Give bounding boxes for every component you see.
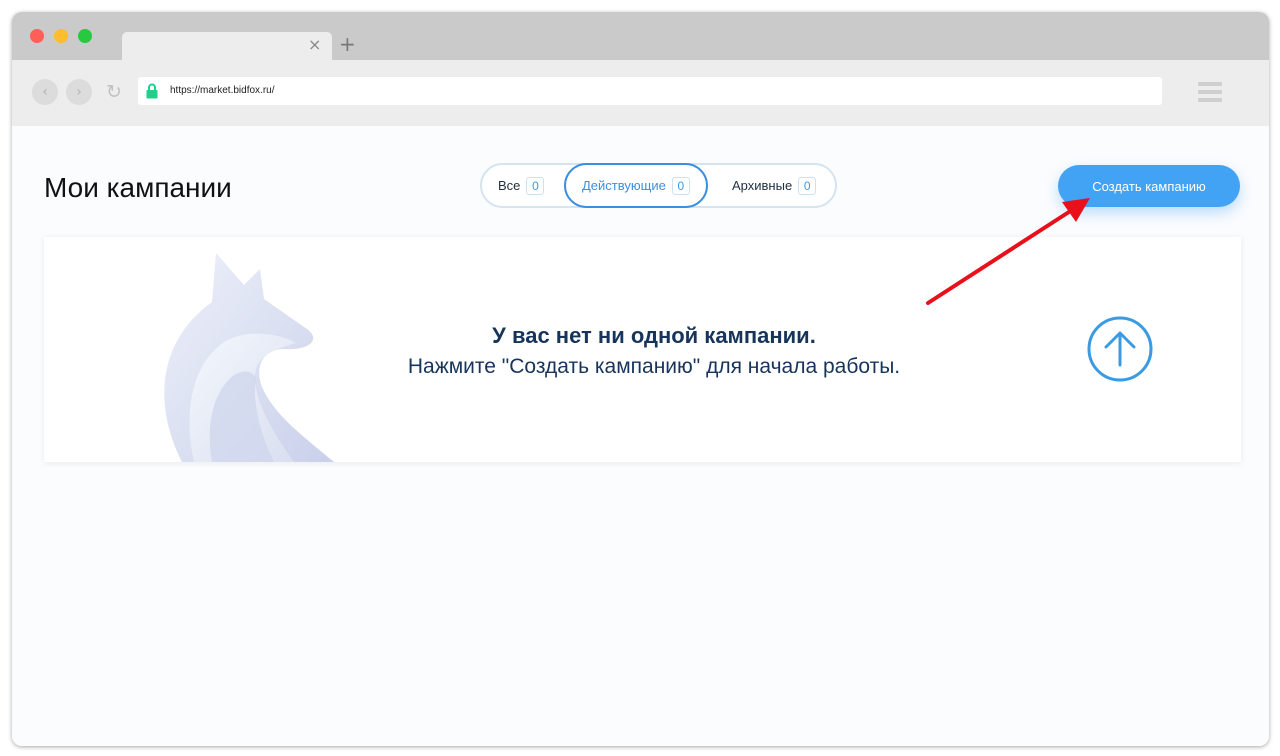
back-button[interactable]: ‹ (32, 79, 58, 105)
address-bar[interactable]: https://market.bidfox.ru/ (138, 77, 1162, 105)
tab-active-count: 0 (671, 176, 690, 195)
tab-active[interactable]: Действующие 0 (564, 163, 708, 208)
tab-archive-label: Архивные (732, 178, 793, 193)
create-campaign-button[interactable]: Создать кампанию (1058, 165, 1240, 207)
maximize-window-button[interactable] (78, 29, 92, 43)
menu-icon[interactable] (1198, 82, 1222, 106)
tab-all-label: Все (498, 178, 521, 193)
url-text: https://market.bidfox.ru/ (170, 85, 275, 96)
fox-illustration (164, 253, 334, 462)
browser-tab[interactable] (122, 32, 332, 60)
browser-window: × + ‹ › ↻ https://market.bidfox.ru/ Мои … (12, 12, 1269, 746)
campaign-filter-tabs: Все 0 Действующие 0 Архивные 0 (480, 163, 837, 208)
browser-toolbar: ‹ › ↻ https://market.bidfox.ru/ (12, 60, 1269, 126)
tab-archive[interactable]: Архивные 0 (732, 163, 817, 208)
tab-archive-count: 0 (798, 176, 817, 195)
reload-button[interactable]: ↻ (101, 79, 127, 105)
empty-state-heading: У вас нет ни одной кампании. (492, 323, 816, 348)
empty-state-text: Нажмите "Создать кампанию" для начала ра… (407, 355, 901, 378)
forward-button[interactable]: › (66, 79, 92, 105)
empty-state-card: У вас нет ни одной кампании. Нажмите "Со… (44, 237, 1241, 462)
tab-all[interactable]: Все 0 (498, 163, 545, 208)
tab-all-count: 0 (526, 176, 545, 195)
lock-icon (146, 83, 158, 99)
browser-titlebar: × + (12, 12, 1269, 60)
close-window-button[interactable] (30, 29, 44, 43)
page-title: Мои кампании (44, 172, 232, 203)
page-content: Мои кампании Все 0 Действующие 0 Архивны… (12, 126, 1269, 746)
new-tab-icon[interactable]: + (339, 34, 356, 54)
minimize-window-button[interactable] (54, 29, 68, 43)
close-tab-icon[interactable]: × (308, 36, 321, 54)
tab-active-label: Действующие (582, 178, 666, 193)
arrow-up-circle-icon (1087, 316, 1153, 382)
